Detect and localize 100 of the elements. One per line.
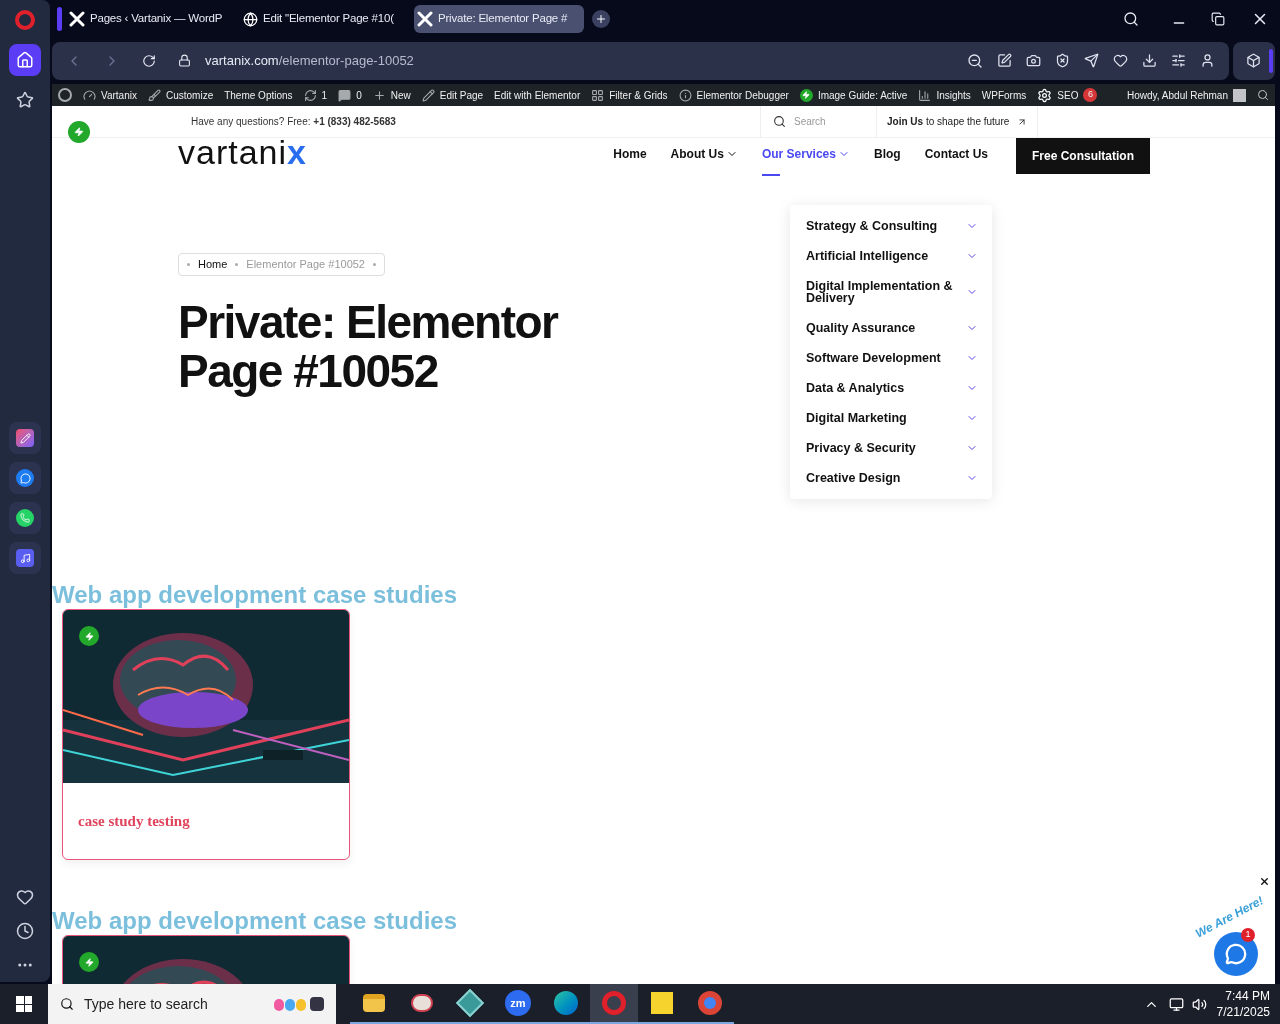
admin-bar-item[interactable]: Filter & Grids (591, 87, 668, 103)
download-icon[interactable] (1142, 53, 1157, 68)
avatar-icon (1233, 88, 1246, 102)
grid-icon (591, 88, 605, 102)
nav-link[interactable]: Blog (873, 146, 901, 176)
home-button[interactable] (9, 44, 41, 76)
arrow-icon (1017, 116, 1028, 127)
nav-link[interactable]: Home (613, 146, 647, 176)
admin-bar-item[interactable]: Customize (147, 87, 214, 103)
admin-bar-item[interactable]: Image Guide: Active (799, 87, 908, 103)
send-icon[interactable] (1084, 53, 1099, 68)
messenger-button[interactable] (9, 462, 41, 494)
admin-bar-item[interactable]: 1 (303, 87, 328, 103)
lightning-icon (799, 88, 813, 102)
dropdown-item[interactable]: Privacy & Security (790, 433, 992, 463)
shield-icon[interactable] (1055, 53, 1070, 68)
admin-bar-item[interactable]: Edit Page (421, 87, 484, 103)
admin-bar-item[interactable]: Vartanix (83, 87, 137, 103)
volume-icon[interactable] (1191, 996, 1207, 1012)
dashboard-icon (83, 88, 96, 102)
dropdown-item[interactable]: Software Development (790, 343, 992, 373)
zoom-app-icon: zm (505, 990, 531, 1016)
restore-icon[interactable] (1211, 12, 1225, 26)
search-icon[interactable] (1123, 11, 1139, 27)
globe-icon (243, 11, 258, 27)
search-icon (60, 996, 74, 1012)
dropdown-item[interactable]: Creative Design (790, 463, 992, 493)
search-icon[interactable] (1257, 89, 1269, 101)
pencil-app-icon (16, 429, 34, 447)
admin-bar-item[interactable]: Elementor Debugger (678, 87, 789, 103)
chat-button[interactable] (1214, 932, 1258, 976)
opera-logo-icon (15, 10, 35, 30)
new-tab-button[interactable] (592, 10, 610, 28)
dropdown-item[interactable]: Digital Marketing (790, 403, 992, 433)
admin-bar-item[interactable]: Edit with Elementor (494, 87, 581, 103)
settings-icon[interactable] (1171, 53, 1186, 68)
dropdown-item[interactable]: Data & Analytics (790, 373, 992, 403)
admin-bar-item[interactable]: New (372, 87, 411, 103)
dropdown-item[interactable]: Quality Assurance (790, 313, 992, 343)
search-field[interactable]: Search (794, 114, 864, 129)
opera-icon (602, 991, 626, 1015)
profile-icon[interactable] (1200, 53, 1215, 68)
admin-bar-item[interactable]: 0 (338, 87, 362, 103)
camera-icon[interactable] (1026, 53, 1041, 68)
browser-tab[interactable]: Private: Elementor Page # (414, 5, 584, 33)
lock-icon (178, 54, 191, 67)
music-icon (16, 549, 34, 567)
nav-link[interactable]: About Us (670, 146, 738, 176)
breadcrumb-link[interactable]: Home (198, 256, 228, 273)
folder-icon (363, 994, 385, 1012)
account-link[interactable]: Howdy, Abdul Rehman (1127, 87, 1246, 103)
taskbar-search-field[interactable]: Type here to search (48, 984, 336, 1024)
search-field[interactable]: Type here to search (84, 993, 264, 1015)
page-title: Private: Elementor Page #10052 (178, 298, 559, 396)
taskbar-app[interactable]: zm (494, 984, 542, 1024)
music-button[interactable] (9, 542, 41, 574)
heart-icon[interactable] (1113, 53, 1128, 68)
browser-tab[interactable]: Pages ‹ Vartanix — WordP (66, 5, 236, 33)
admin-bar-item[interactable]: WPForms (981, 87, 1027, 103)
pencil-icon (421, 88, 435, 102)
history-icon[interactable] (16, 922, 34, 940)
plus-icon (372, 88, 386, 102)
lightning-badge-icon (68, 120, 90, 143)
clock-date[interactable]: 7/21/2025 (1216, 1004, 1270, 1020)
heart-icon[interactable] (16, 888, 34, 906)
free-consultation-button[interactable]: Free Consultation (1016, 138, 1150, 174)
plus-icon (595, 13, 607, 25)
site-logo[interactable]: vartanix (178, 135, 307, 169)
chrome-icon (698, 991, 722, 1015)
breadcrumb-current: Elementor Page #10052 (246, 257, 365, 273)
browser-tab[interactable]: Edit "Elementor Page #10( (240, 5, 410, 33)
network-icon[interactable] (1168, 996, 1184, 1012)
info-icon (678, 88, 692, 102)
section-heading: Web app development case studies (52, 907, 457, 935)
admin-bar-item[interactable]: Insights (918, 87, 971, 103)
dropdown-item[interactable]: Strategy & Consulting (790, 211, 992, 241)
nav-link[interactable]: Our Services (761, 146, 850, 176)
edge-icon (554, 991, 578, 1015)
whatsapp-button[interactable] (9, 502, 41, 534)
dropdown-item[interactable]: Artificial Intelligence (790, 241, 992, 271)
nav-link[interactable]: Contact Us (924, 146, 988, 176)
zoom-out-icon[interactable] (967, 52, 983, 69)
edit-icon[interactable] (997, 53, 1012, 68)
url-text: vartanix.com/elementor-page-10052 (205, 51, 415, 70)
count-badge: 6 (1083, 88, 1098, 102)
clock-time[interactable]: 7:44 PM (1225, 988, 1270, 1004)
close-button[interactable] (1259, 876, 1270, 887)
join-link[interactable]: Join Us to shape the future (876, 106, 1039, 138)
card-title[interactable]: case study testing (78, 810, 349, 833)
app-button[interactable] (9, 422, 41, 454)
balloons-icon (274, 997, 324, 1011)
case-study-card[interactable]: case study testing (62, 609, 350, 860)
cube-icon[interactable] (1246, 53, 1261, 68)
admin-bar-item[interactable]: SEO 6 (1037, 87, 1098, 103)
sticky-note-icon (651, 992, 673, 1014)
address-bar[interactable]: vartanix.com/elementor-page-10052 (52, 41, 1229, 80)
reload-icon[interactable] (142, 53, 156, 68)
chat-bubble-icon (1225, 943, 1247, 965)
admin-bar-item[interactable]: Theme Options (224, 87, 293, 103)
dropdown-item[interactable]: Digital Implementation & Delivery (790, 271, 992, 313)
